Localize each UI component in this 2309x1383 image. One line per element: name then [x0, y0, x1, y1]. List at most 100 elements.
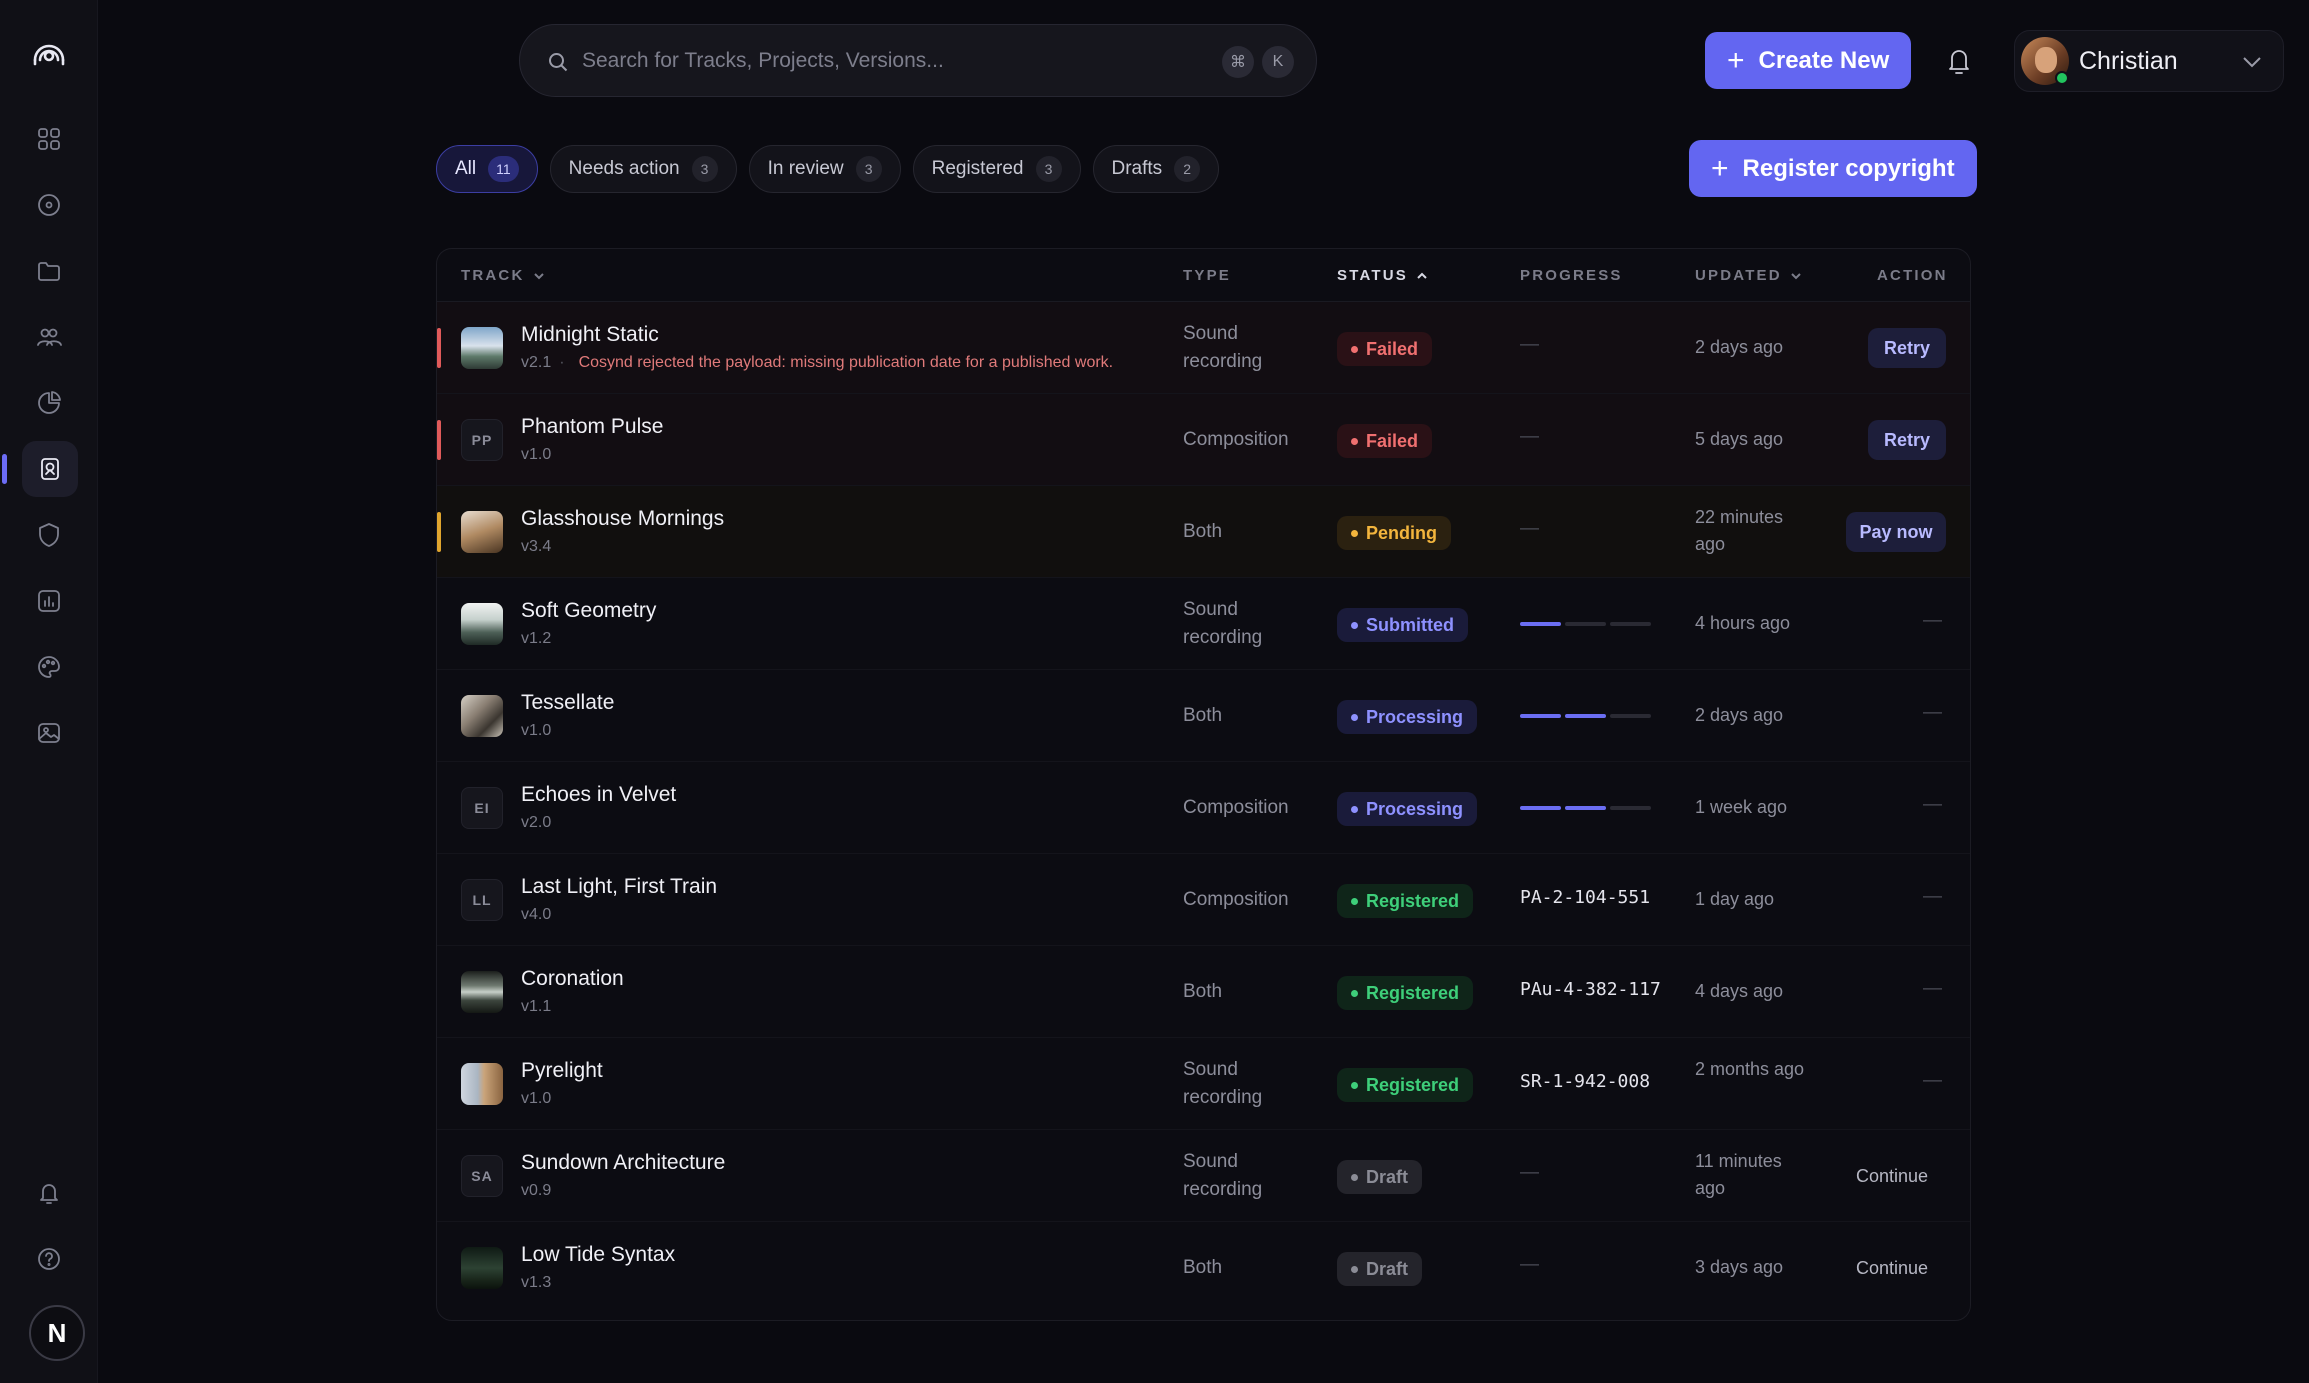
row-accent — [437, 328, 441, 368]
track-title: Sundown Architecture — [521, 1151, 726, 1174]
track-version: v1.0 — [521, 446, 552, 463]
table-row[interactable]: SA Sundown Architecture v0.9 Sound recor… — [437, 1130, 1970, 1222]
users-icon[interactable] — [31, 319, 67, 355]
progress-empty: — — [1520, 518, 1539, 539]
user-menu[interactable]: Christian — [2014, 30, 2284, 92]
progress-empty: — — [1520, 1254, 1539, 1275]
track-artwork — [461, 511, 503, 553]
filter-needs-action[interactable]: Needs action 3 — [549, 145, 737, 193]
status-badge: Processing — [1337, 792, 1478, 826]
track-title: Soft Geometry — [521, 599, 657, 622]
filter-in-review[interactable]: In review 3 — [748, 145, 901, 193]
disc-icon[interactable] — [31, 187, 67, 223]
status-badge: Registered — [1337, 1068, 1474, 1102]
status-badge: Draft — [1337, 1252, 1423, 1286]
track-title: Low Tide Syntax — [521, 1243, 676, 1266]
table-row[interactable]: PP Phantom Pulse v1.0 Composition Failed… — [437, 394, 1970, 486]
table-row[interactable]: Low Tide Syntax v1.3 Both Draft — 3 days… — [437, 1222, 1970, 1314]
track-title: Coronation — [521, 967, 624, 990]
updated-time: 22 minutes ago — [1695, 507, 1784, 554]
image-icon[interactable] — [31, 715, 67, 751]
pie-chart-icon[interactable] — [31, 385, 67, 421]
updated-time: 3 days ago — [1695, 1257, 1784, 1277]
track-artwork — [461, 971, 503, 1013]
track-type: Composition — [1183, 889, 1289, 910]
track-initials: PP — [461, 419, 503, 461]
table-row[interactable]: Pyrelight v1.0 Sound recording Registere… — [437, 1038, 1970, 1130]
analytics-icon[interactable] — [31, 583, 67, 619]
track-type: Sound recording — [1183, 1151, 1263, 1200]
active-indicator — [2, 454, 7, 484]
column-updated[interactable]: UPDATED — [1695, 267, 1802, 284]
table-row[interactable]: Soft Geometry v1.2 Sound recording Submi… — [437, 578, 1970, 670]
track-version: v0.9 — [521, 1182, 552, 1199]
chevron-down-icon — [2243, 57, 2261, 68]
chevron-down-icon — [1791, 272, 1801, 279]
status-badge: Processing — [1337, 700, 1478, 734]
shortcut-k-key: K — [1262, 46, 1294, 78]
track-artwork — [461, 1063, 503, 1105]
track-version: v1.3 — [521, 1274, 552, 1291]
track-title: Tessellate — [521, 691, 615, 714]
progress-bar — [1520, 806, 1651, 810]
dashboard-icon[interactable] — [31, 121, 67, 157]
progress-empty: — — [1520, 426, 1539, 447]
filter-all[interactable]: All 11 — [436, 145, 538, 193]
column-action: ACTION — [1877, 267, 1948, 284]
track-type: Both — [1183, 521, 1223, 542]
track-type: Composition — [1183, 429, 1289, 450]
retry-button[interactable]: Retry — [1868, 328, 1946, 368]
track-version: v1.0 — [521, 1090, 552, 1107]
table-row[interactable]: Tessellate v1.0 Both Processing 2 days a… — [437, 670, 1970, 762]
column-status[interactable]: STATUS — [1337, 267, 1428, 284]
palette-icon[interactable] — [31, 649, 67, 685]
track-title: Phantom Pulse — [521, 415, 664, 438]
create-new-button[interactable]: + Create New — [1705, 32, 1912, 89]
retry-button[interactable]: Retry — [1868, 420, 1946, 460]
shield-icon[interactable] — [31, 517, 67, 553]
track-artwork — [461, 327, 503, 369]
filter-drafts[interactable]: Drafts 2 — [1092, 145, 1220, 193]
column-track[interactable]: TRACK — [461, 267, 545, 284]
track-type: Sound recording — [1183, 599, 1263, 648]
updated-time: 1 week ago — [1695, 797, 1788, 817]
copyright-registration-icon[interactable] — [22, 441, 78, 497]
filter-registered[interactable]: Registered 3 — [912, 145, 1081, 193]
notifications-icon[interactable] — [31, 1175, 67, 1211]
no-action: — — [1923, 794, 1942, 815]
track-version: v2.0 — [521, 814, 552, 831]
no-action: — — [1923, 702, 1942, 723]
row-accent — [437, 512, 441, 552]
track-title: Pyrelight — [521, 1059, 603, 1082]
workspace-avatar[interactable]: N — [29, 1305, 85, 1361]
bell-icon[interactable] — [1942, 44, 1976, 78]
progress-bar — [1520, 714, 1651, 718]
updated-time: 1 day ago — [1695, 889, 1775, 909]
register-copyright-button[interactable]: + Register copyright — [1689, 140, 1977, 197]
table-row[interactable]: LL Last Light, First Train v4.0 Composit… — [437, 854, 1970, 946]
search-input[interactable] — [582, 43, 1142, 79]
registration-number: PAu-4-382-117 — [1520, 979, 1661, 1000]
track-artwork — [461, 695, 503, 737]
table-row[interactable]: Coronation v1.1 Both Registered PAu-4-38… — [437, 946, 1970, 1038]
track-initials: SA — [461, 1155, 503, 1197]
table-row[interactable]: Midnight Static v2.1 · Cosynd rejected the… — [437, 302, 1970, 394]
table-row[interactable]: Glasshouse Mornings v3.4 Both Pending — … — [437, 486, 1970, 578]
app-logo-icon[interactable] — [27, 32, 71, 76]
updated-time: 2 days ago — [1695, 705, 1784, 725]
column-type: TYPE — [1183, 267, 1231, 284]
search-icon — [549, 53, 568, 72]
table-header: TRACK TYPE STATUS PROGRESS UPDATED ACTIO… — [437, 249, 1970, 302]
progress-bar — [1520, 622, 1651, 626]
pay-now-button[interactable]: Pay now — [1846, 512, 1946, 552]
help-icon[interactable] — [31, 1241, 67, 1277]
no-action: — — [1923, 610, 1942, 631]
updated-time: 2 months ago — [1695, 1059, 1805, 1079]
folder-icon[interactable] — [31, 253, 67, 289]
continue-button[interactable]: Continue — [1837, 1248, 1947, 1288]
table-row[interactable]: EI Echoes in Velvet v2.0 Composition Pro… — [437, 762, 1970, 854]
continue-button[interactable]: Continue — [1837, 1156, 1947, 1196]
track-type: Both — [1183, 1257, 1223, 1278]
search-bar[interactable]: ⌘ K — [519, 24, 1317, 97]
track-title: Glasshouse Mornings — [521, 507, 725, 530]
